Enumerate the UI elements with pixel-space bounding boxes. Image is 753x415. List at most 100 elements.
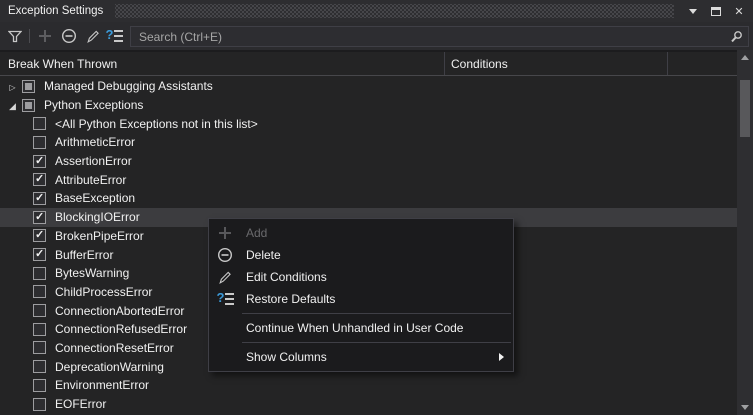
menu-item-label: Show Columns [246,350,327,364]
exception-checkbox[interactable] [33,136,46,149]
menu-item-restore-defaults[interactable]: ? Restore Defaults [209,288,513,310]
exception-checkbox[interactable] [33,360,46,373]
exception-checkbox[interactable] [33,267,46,280]
exception-label: Python Exceptions [44,98,143,112]
exception-checkbox[interactable] [33,192,46,205]
exception-checkbox[interactable] [33,211,46,224]
exception-row[interactable]: AssertionError [0,152,737,171]
exception-row[interactable]: <All Python Exceptions not in this list> [0,114,737,133]
exception-checkbox[interactable] [33,379,46,392]
menu-item-add: Add [209,222,513,244]
exception-label: EnvironmentError [55,378,149,392]
menu-separator [242,313,511,314]
exception-label: ConnectionRefusedError [55,322,187,336]
exception-label: <All Python Exceptions not in this list> [55,117,258,131]
submenu-arrow-icon [499,353,504,361]
scroll-up-button[interactable] [737,50,753,65]
edit-conditions-button[interactable] [82,25,104,47]
expander-icon[interactable] [6,79,19,93]
search-input[interactable] [131,30,729,44]
exception-label: Managed Debugging Assistants [44,79,213,93]
plus-icon [39,30,51,42]
search-icon[interactable] [729,30,743,44]
menu-item-label: Continue When Unhandled in User Code [246,321,463,335]
exception-checkbox[interactable] [33,304,46,317]
float-window-button[interactable] [707,2,725,20]
menu-item-label: Restore Defaults [246,292,335,306]
expander-icon[interactable] [6,98,19,112]
toolbar: ? [0,22,753,50]
close-button[interactable] [730,2,748,20]
scroll-up-icon [741,55,749,60]
exception-row[interactable]: Managed Debugging Assistants [0,77,737,96]
plus-icon [215,227,235,239]
exception-checkbox[interactable] [33,398,46,411]
chevron-down-icon [689,9,697,14]
column-headers: Break When Thrown Conditions [0,50,737,76]
context-menu: Add Delete Edit Conditions ? Rest [208,218,514,372]
panel-title: Exception Settings [0,5,103,17]
menu-item-continue-when-unhandled[interactable]: Continue When Unhandled in User Code [209,317,513,339]
exception-label: AssertionError [55,154,132,168]
exception-row[interactable]: AttributeError [0,170,737,189]
exception-checkbox[interactable] [33,248,46,261]
exception-label: BrokenPipeError [55,229,144,243]
column-header-filler [668,52,737,75]
exception-label: BufferError [55,248,113,262]
scroll-thumb[interactable] [740,80,750,137]
circle-minus-icon [215,247,235,263]
exception-checkbox[interactable] [33,155,46,168]
circle-minus-icon [61,28,77,44]
exception-checkbox[interactable] [22,99,35,112]
exception-label: ConnectionResetError [55,341,174,355]
exception-checkbox[interactable] [33,229,46,242]
exception-label: BlockingIOError [55,210,140,224]
vertical-scrollbar[interactable] [737,50,753,415]
menu-item-label: Delete [246,248,281,262]
menu-item-label: Edit Conditions [246,270,327,284]
column-header-conditions[interactable]: Conditions [445,52,668,75]
question-checklist-icon: ? [215,292,235,306]
column-header-break-when-thrown[interactable]: Break When Thrown [0,52,445,75]
exception-checkbox[interactable] [33,285,46,298]
filter-button[interactable] [4,25,26,47]
pencil-icon [215,270,235,285]
exception-label: DeprecationWarning [55,360,164,374]
panel-titlebar[interactable]: Exception Settings [0,0,753,22]
exception-label: BaseException [55,191,135,205]
restore-defaults-button[interactable]: ? [103,25,125,47]
menu-item-edit-conditions[interactable]: Edit Conditions [209,266,513,288]
menu-separator [242,342,511,343]
exception-row[interactable]: Python Exceptions [0,96,737,115]
exception-label: BytesWarning [55,266,129,280]
question-checklist-icon: ? [106,29,123,43]
menu-item-show-columns[interactable]: Show Columns [209,346,513,368]
exception-checkbox[interactable] [33,117,46,130]
exception-row[interactable]: EOFError [0,395,737,414]
float-window-icon [711,7,721,16]
titlebar-grip[interactable] [115,4,674,18]
exception-label: ChildProcessError [55,285,152,299]
exception-label: EOFError [55,397,106,411]
exception-row[interactable]: BaseException [0,189,737,208]
close-icon [734,2,743,20]
scroll-down-button[interactable] [737,400,753,415]
add-button [34,25,56,47]
exception-row[interactable]: EnvironmentError [0,376,737,395]
scroll-down-icon [741,405,749,410]
pencil-icon [86,29,101,44]
search-box[interactable] [130,26,749,47]
exception-settings-panel: Exception Settings [0,0,753,415]
filter-icon [8,30,22,43]
exception-checkbox[interactable] [33,173,46,186]
menu-item-delete[interactable]: Delete [209,244,513,266]
exception-label: ConnectionAbortedError [55,304,184,318]
exception-checkbox[interactable] [33,323,46,336]
menu-item-label: Add [246,226,267,240]
delete-button[interactable] [58,25,80,47]
window-position-button[interactable] [684,2,702,20]
exception-checkbox[interactable] [33,341,46,354]
exception-row[interactable]: ArithmeticError [0,133,737,152]
exception-checkbox[interactable] [22,80,35,93]
exception-label: AttributeError [55,173,126,187]
